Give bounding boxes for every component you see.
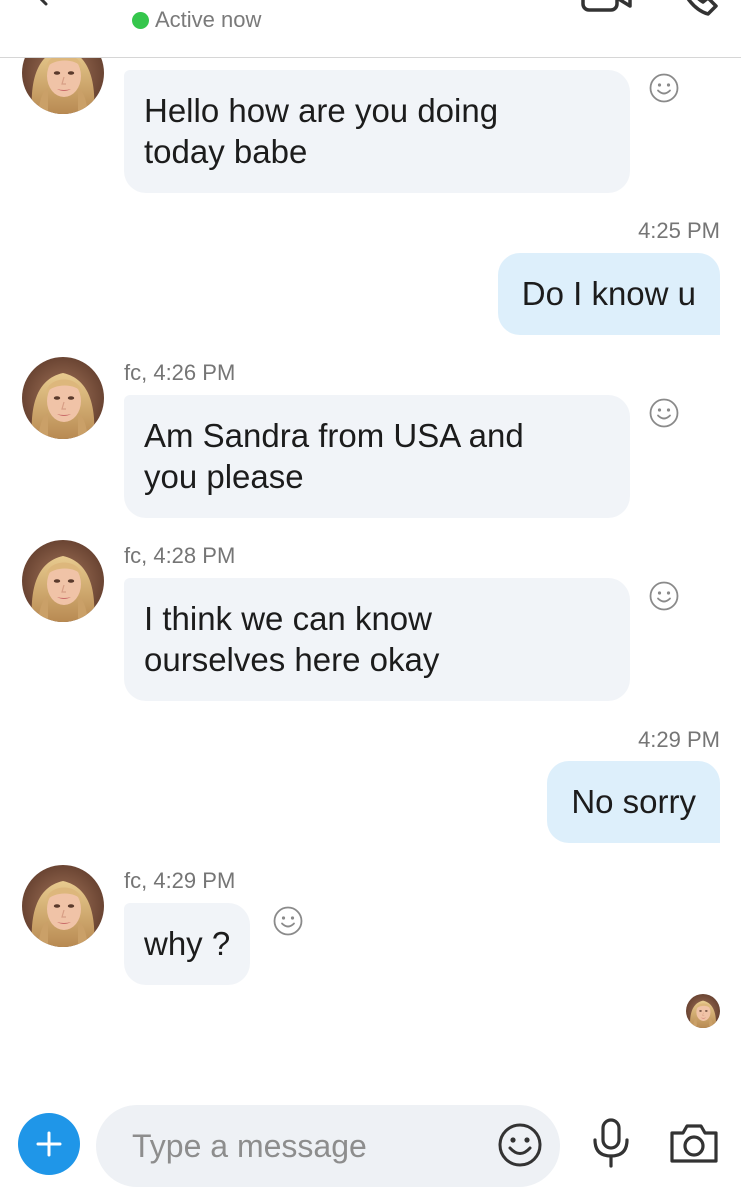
camera-icon [670,1124,718,1163]
message-text-line: you please [144,458,304,495]
chevron-left-icon [39,0,48,6]
outgoing-message-bubble[interactable]: No sorry [547,761,720,843]
contact-avatar[interactable] [22,865,104,947]
message-input-container [96,1105,560,1187]
camera-button[interactable] [668,1121,720,1165]
voice-call-button[interactable] [676,0,720,18]
voice-message-button[interactable] [588,1117,634,1169]
plus-icon [36,1131,62,1157]
video-call-button[interactable] [580,0,634,14]
message-text-line: today babe [144,133,308,170]
message-text-line: Am Sandra from USA and [144,417,524,454]
message-composer [0,1095,741,1200]
microphone-icon [593,1118,629,1168]
sender-meta: fc, 4:28 PM [124,543,236,568]
message-timestamp: 4:29 PM [638,727,720,752]
presence-status-label: Active now [155,7,262,32]
message-text-line: I think we can know [144,600,432,637]
read-receipt-avatar [686,994,720,1028]
incoming-message-bubble[interactable]: I think we can know ourselves here okay [124,578,630,701]
smiley-icon [649,398,679,428]
add-reaction-button[interactable] [648,580,680,612]
message-input[interactable] [132,1105,492,1187]
add-reaction-button[interactable] [648,72,680,104]
outgoing-message-bubble[interactable]: Do I know u [497,253,720,335]
emoji-icon [498,1123,542,1167]
back-button[interactable] [26,0,56,8]
incoming-message-bubble[interactable]: Am Sandra from USA and you please [124,395,630,518]
smiley-icon [649,73,679,103]
incoming-message-bubble[interactable]: why ? [124,903,251,985]
add-reaction-button[interactable] [272,905,304,937]
smiley-icon [273,906,303,936]
phone-icon [686,0,718,16]
sender-meta: fc, 4:29 PM [124,868,236,893]
presence-status: Active now [132,7,261,33]
chat-header: Active now [0,0,741,58]
contact-avatar[interactable] [22,540,104,622]
message-text-line: ourselves here okay [144,641,440,678]
video-call-icon [581,0,632,12]
presence-dot [132,11,149,29]
message-text-line: Hello how are you doing [144,92,499,129]
incoming-message-bubble[interactable]: Hello how are you doing today babe [124,70,630,193]
message-timestamp: 4:25 PM [638,218,720,243]
sender-meta: fc, 4:26 PM [124,360,236,385]
emoji-button[interactable] [496,1121,544,1169]
smiley-icon [649,581,679,611]
add-reaction-button[interactable] [648,397,680,429]
contact-avatar[interactable] [22,357,104,439]
add-attachment-button[interactable] [18,1113,80,1175]
